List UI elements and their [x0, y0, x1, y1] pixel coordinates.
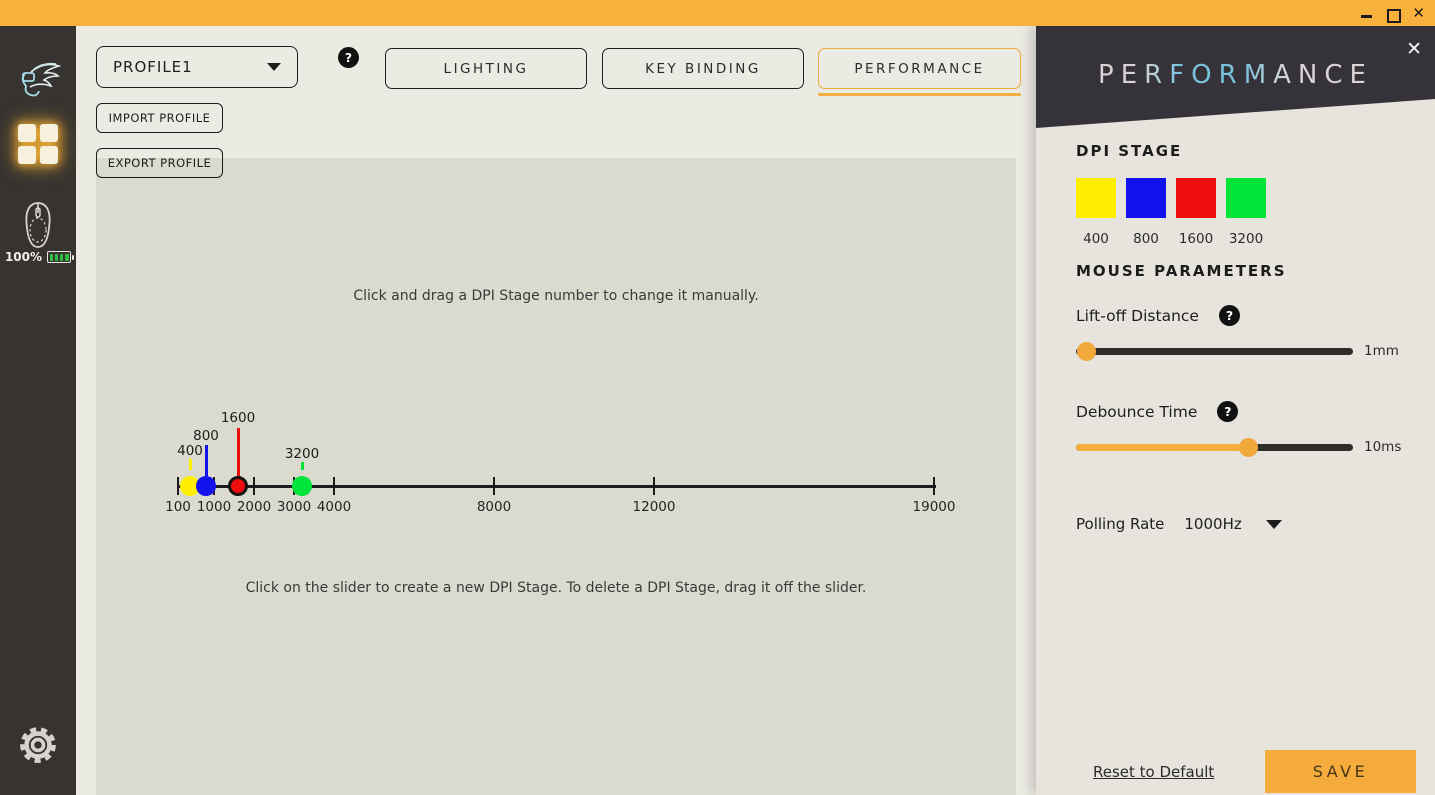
dpi-stage-swatch-1600[interactable] [1176, 178, 1216, 218]
sidebar-item-device[interactable] [0, 201, 76, 249]
tab-lighting[interactable]: LIGHTING [385, 48, 587, 89]
main-content: PROFILE1 ? LIGHTING KEY BINDING PERFORMA… [76, 26, 1036, 795]
profile-help-icon[interactable]: ? [338, 47, 359, 68]
debounce-help-icon[interactable]: ? [1217, 401, 1238, 422]
lift-off-help-icon[interactable]: ? [1219, 305, 1240, 326]
dpi-instruction-bottom: Click on the slider to create a new DPI … [96, 580, 1016, 596]
polling-rate-value: 1000Hz [1184, 515, 1241, 533]
save-button[interactable]: SAVE [1265, 750, 1416, 793]
dpi-instruction-top: Click and drag a DPI Stage number to cha… [96, 288, 1016, 304]
mouse-icon [21, 201, 55, 249]
maximize-icon[interactable] [1386, 7, 1399, 20]
dpi-stage-marker-line [301, 462, 304, 470]
window-titlebar: ✕ [0, 0, 1435, 26]
dpi-stage-cell: 800 [1126, 178, 1166, 247]
dpi-axis-tick-label: 4000 [302, 499, 366, 515]
dpi-stage-heading: DPI STAGE [1076, 142, 1182, 160]
dpi-stage-cell: 1600 [1176, 178, 1216, 247]
active-tab-underline [818, 93, 1021, 96]
dpi-axis-tick-label: 8000 [462, 499, 526, 515]
dpi-stage-handle-1600[interactable] [228, 476, 248, 496]
dpi-stage-swatch-800[interactable] [1126, 178, 1166, 218]
polling-rate-label: Polling Rate [1076, 515, 1164, 533]
sidebar-item-profiles[interactable] [0, 124, 76, 164]
dpi-stage-swatches: 400 800 1600 3200 [1076, 178, 1266, 247]
battery-percent-label: 100% [5, 250, 42, 264]
tab-key-binding[interactable]: KEY BINDING [602, 48, 804, 89]
minimize-icon[interactable] [1360, 7, 1373, 20]
profile-select-value: PROFILE1 [113, 58, 193, 76]
gear-icon [16, 723, 60, 767]
dpi-stage-number-3200[interactable]: 3200 [270, 446, 334, 462]
dpi-stage-cell: 400 [1076, 178, 1116, 247]
battery-icon [47, 251, 71, 263]
chevron-down-icon [1266, 520, 1282, 529]
chevron-down-icon [267, 63, 281, 71]
tab-performance[interactable]: PERFORMANCE [818, 48, 1021, 89]
polling-rate-dropdown[interactable]: Polling Rate 1000Hz [1076, 515, 1282, 533]
dpi-axis-tick [933, 477, 935, 495]
grid-icon [18, 124, 58, 164]
dpi-axis-tick-label: 12000 [622, 499, 686, 515]
dpi-axis-tick [493, 477, 495, 495]
sidebar-nav: 100% [0, 26, 76, 795]
performance-drawer: PERFORMANCE ✕ DPI STAGE 400 800 1600 3200 M… [1036, 26, 1435, 795]
dpi-axis-tick-label: 19000 [902, 499, 966, 515]
mouse-parameters-heading: MOUSE PARAMETERS [1076, 262, 1287, 280]
dpi-stage-swatch-3200[interactable] [1226, 178, 1266, 218]
profile-select[interactable]: PROFILE1 [96, 46, 298, 88]
dpi-axis-tick [177, 477, 179, 495]
import-profile-button[interactable]: IMPORT PROFILE [96, 103, 223, 133]
drawer-title: PERFORMANCE [1036, 60, 1435, 90]
dpi-stage-number-400[interactable]: 400 [158, 443, 222, 459]
lift-off-slider-thumb[interactable] [1077, 342, 1096, 361]
dpi-axis-tick [333, 477, 335, 495]
app-window: ✕ 100% [0, 0, 1435, 795]
dpi-slider-panel[interactable]: Click and drag a DPI Stage number to cha… [96, 158, 1016, 795]
debounce-slider-thumb[interactable] [1239, 438, 1258, 457]
dpi-stage-handle-800[interactable] [196, 476, 216, 496]
window-close-icon[interactable]: ✕ [1412, 7, 1425, 20]
debounce-slider[interactable] [1076, 444, 1353, 451]
dpi-stage-cell: 3200 [1226, 178, 1266, 247]
dpi-stage-marker-line [189, 459, 192, 470]
dpi-stage-number-1600[interactable]: 1600 [206, 410, 270, 426]
dpi-stage-swatch-400[interactable] [1076, 178, 1116, 218]
dpi-stage-swatch-value: 800 [1133, 231, 1159, 247]
dpi-stage-swatch-value: 3200 [1229, 231, 1263, 247]
dpi-stage-swatch-value: 1600 [1179, 231, 1213, 247]
reset-to-default-link[interactable]: Reset to Default [1093, 763, 1214, 781]
sidebar-item-settings[interactable] [0, 723, 76, 767]
dpi-stage-handle-3200[interactable] [292, 476, 312, 496]
debounce-time-label: Debounce Time [1076, 403, 1197, 421]
debounce-value: 10ms [1364, 439, 1401, 455]
brand-logo-icon[interactable] [0, 60, 76, 98]
lift-off-slider[interactable] [1076, 348, 1353, 355]
dpi-stage-swatch-value: 400 [1083, 231, 1109, 247]
dpi-axis-tick [653, 477, 655, 495]
battery-status: 100% [0, 250, 76, 264]
dpi-axis-tick [253, 477, 255, 495]
lift-off-distance-label: Lift-off Distance [1076, 307, 1199, 325]
lift-off-value: 1mm [1364, 343, 1399, 359]
drawer-close-icon[interactable]: ✕ [1406, 38, 1422, 60]
dpi-stage-number-800[interactable]: 800 [174, 428, 238, 444]
export-profile-button[interactable]: EXPORT PROFILE [96, 148, 223, 178]
